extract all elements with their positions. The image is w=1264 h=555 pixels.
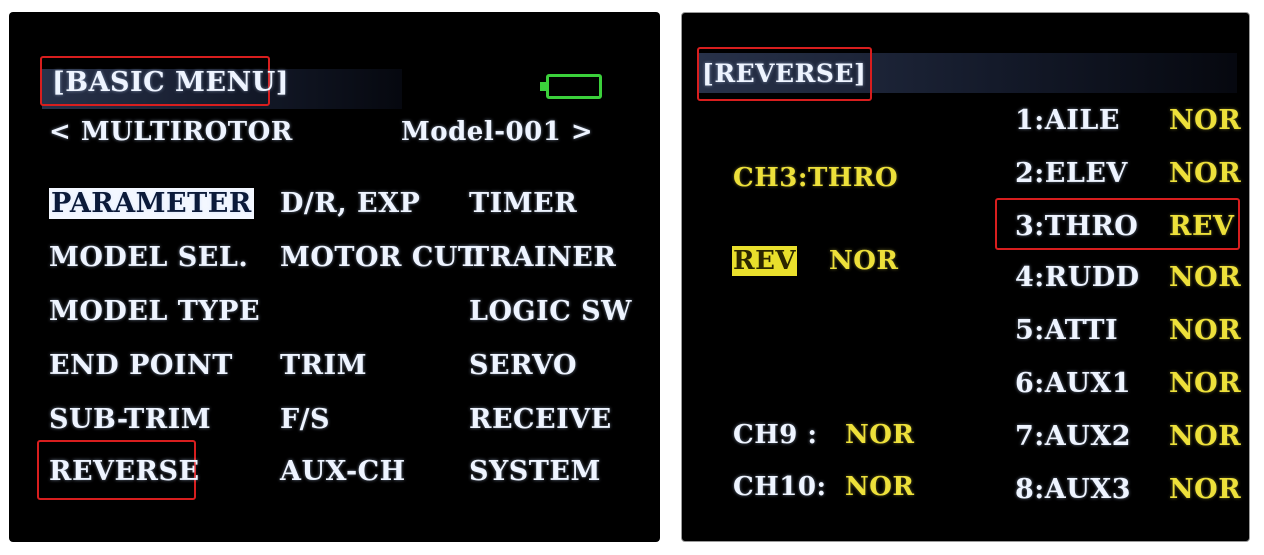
- menu-item-reverse[interactable]: REVERSE: [49, 458, 200, 485]
- menu-item-end-point[interactable]: END POINT: [49, 352, 233, 379]
- channel-row-name[interactable]: 6:AUX1: [1015, 370, 1131, 397]
- page-title: [BASIC MENU]: [52, 67, 290, 98]
- channel-row-name[interactable]: 8:AUX3: [1015, 476, 1131, 503]
- channel-row-value[interactable]: NOR: [1169, 476, 1241, 503]
- menu-item-logic-sw[interactable]: LOGIC SW: [469, 298, 632, 325]
- menu-item-dr-exp[interactable]: D/R, EXP: [280, 190, 420, 217]
- channel-row-value[interactable]: NOR: [1169, 317, 1241, 344]
- page-title: [REVERSE]: [702, 59, 867, 88]
- option-rev[interactable]: REV: [732, 246, 798, 276]
- channel-row-name[interactable]: 4:RUDD: [1015, 264, 1140, 291]
- menu-item-sub-trim[interactable]: SUB-TRIM: [49, 406, 211, 433]
- current-channel-label: CH3:THRO: [733, 163, 899, 193]
- channel-row-value[interactable]: NOR: [1169, 160, 1241, 187]
- ch10-label: CH10:: [733, 472, 827, 502]
- channel-row-name[interactable]: 3:THRO: [1015, 213, 1138, 240]
- ch10-value[interactable]: NOR: [845, 474, 915, 500]
- ch9-label: CH9 :: [733, 420, 818, 450]
- menu-item-timer[interactable]: TIMER: [469, 190, 577, 217]
- menu-item-parameter[interactable]: PARAMETER: [49, 188, 254, 219]
- menu-item-fs[interactable]: F/S: [280, 406, 330, 433]
- menu-item-model-type[interactable]: MODEL TYPE: [49, 298, 260, 325]
- battery-icon: [540, 74, 602, 99]
- menu-item-trim[interactable]: TRIM: [280, 352, 367, 379]
- channel-row-value[interactable]: REV: [1169, 213, 1234, 240]
- option-rev-label: REV: [732, 246, 798, 276]
- model-selector[interactable]: Model-001 >: [401, 119, 593, 145]
- channel-row-value[interactable]: NOR: [1169, 423, 1241, 450]
- menu-item-receive[interactable]: RECEIVE: [469, 406, 612, 433]
- menu-item-trainer[interactable]: TRAINER: [469, 244, 616, 271]
- channel-row-value[interactable]: NOR: [1169, 370, 1241, 397]
- ch9-value[interactable]: NOR: [845, 422, 915, 448]
- channel-row-name[interactable]: 1:AILE: [1015, 107, 1120, 134]
- model-type-selector[interactable]: < MULTIROTOR: [49, 119, 293, 145]
- basic-menu-screen: [BASIC MENU] < MULTIROTOR Model-001 > PA…: [9, 12, 660, 542]
- menu-item-servo[interactable]: SERVO: [469, 352, 577, 379]
- option-nor[interactable]: NOR: [829, 248, 899, 274]
- reverse-screen: [REVERSE] CH3:THRO REV NOR CH9 : NOR CH1…: [681, 12, 1250, 542]
- channel-row-value[interactable]: NOR: [1169, 264, 1241, 291]
- channel-row-name[interactable]: 7:AUX2: [1015, 423, 1131, 450]
- channel-row-value[interactable]: NOR: [1169, 107, 1241, 134]
- menu-item-motor-cut[interactable]: MOTOR CUT: [280, 244, 478, 271]
- menu-item-model-sel[interactable]: MODEL SEL.: [49, 244, 248, 271]
- menu-item-label: PARAMETER: [49, 188, 254, 219]
- menu-item-system[interactable]: SYSTEM: [469, 458, 601, 485]
- channel-row-name[interactable]: 2:ELEV: [1015, 160, 1128, 187]
- menu-item-aux-ch[interactable]: AUX-CH: [280, 458, 406, 485]
- channel-row-name[interactable]: 5:ATTI: [1015, 317, 1118, 344]
